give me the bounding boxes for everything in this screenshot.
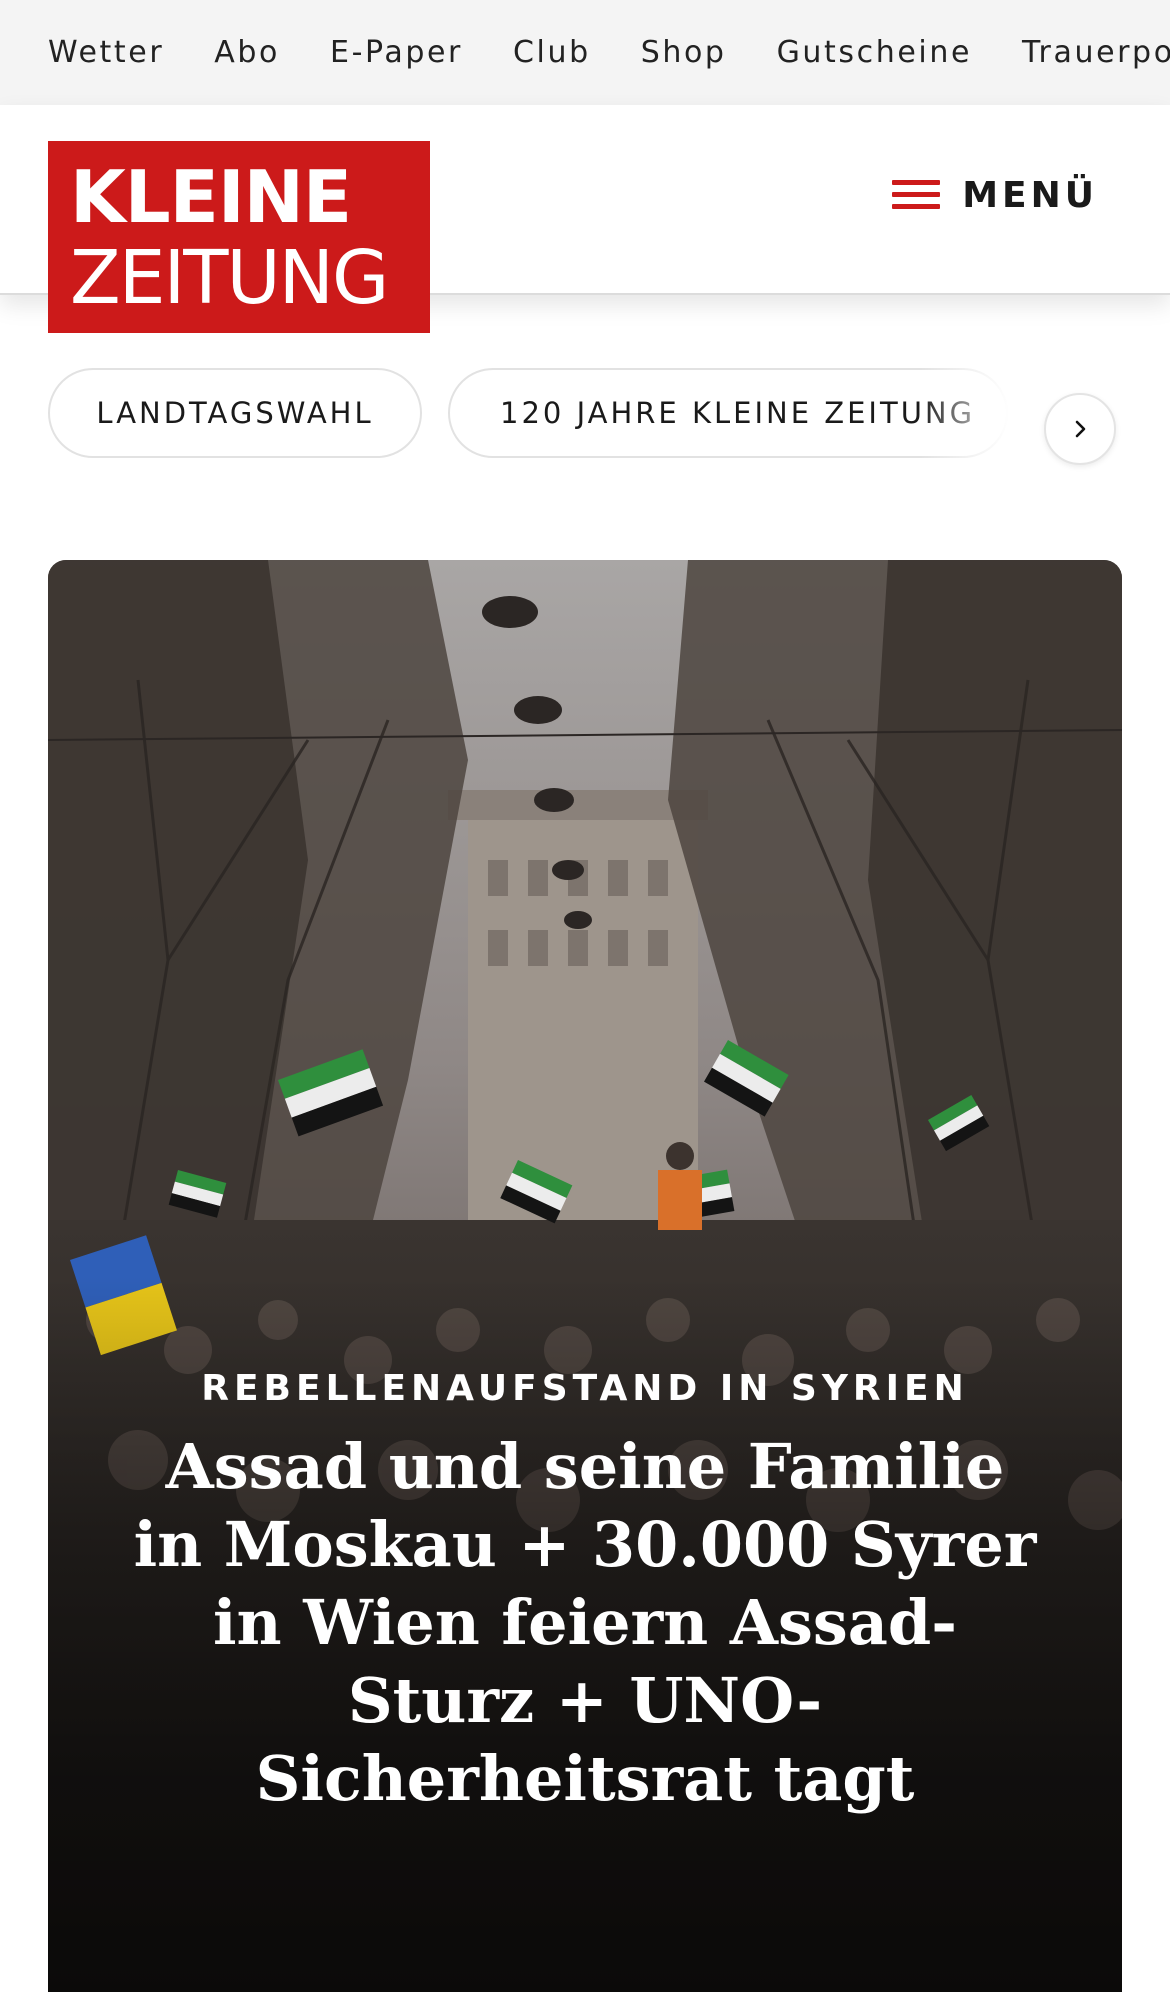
topnav-link-epaper[interactable]: E-Paper [330,35,463,70]
site-logo[interactable]: KLEINE ZEITUNG [48,141,430,333]
topic-pill-landtagswahl[interactable]: LANDTAGSWAHL [48,368,422,458]
hero-kicker: REBELLENAUFSTAND IN SYRIEN [201,1368,969,1409]
logo-text-zeitung: ZEITUNG [70,235,389,321]
hamburger-icon [892,178,941,212]
pills-next-button[interactable] [1044,393,1116,465]
site-header: KLEINE ZEITUNG MENÜ [0,105,1170,333]
top-utility-nav-list: Wetter Abo E-Paper Club Shop Gutscheine … [48,0,1170,105]
chevron-right-icon [1075,420,1086,438]
topnav-link-trauerportal[interactable]: Trauerpo [1022,35,1170,70]
logo-text-kleine: KLEINE [70,155,352,239]
hero-teaser[interactable]: REBELLENAUFSTAND IN SYRIEN Assad und sei… [48,560,1122,1992]
menu-label: MENÜ [962,174,1098,216]
topnav-link-abo[interactable]: Abo [214,35,280,70]
menu-button[interactable]: MENÜ [892,165,1098,225]
topnav-link-gutscheine[interactable]: Gutscheine [777,35,972,70]
topnav-link-wetter[interactable]: Wetter [48,35,164,70]
hero-headline[interactable]: Assad und seine Familie in Moskau + 30.0… [128,1428,1042,1818]
topnav-link-shop[interactable]: Shop [641,35,727,70]
topnav-link-club[interactable]: Club [513,35,591,70]
topic-pills: LANDTAGSWAHL 120 JAHRE KLEINE ZEITUNG [0,368,1170,465]
top-utility-nav: Wetter Abo E-Paper Club Shop Gutscheine … [0,0,1170,105]
